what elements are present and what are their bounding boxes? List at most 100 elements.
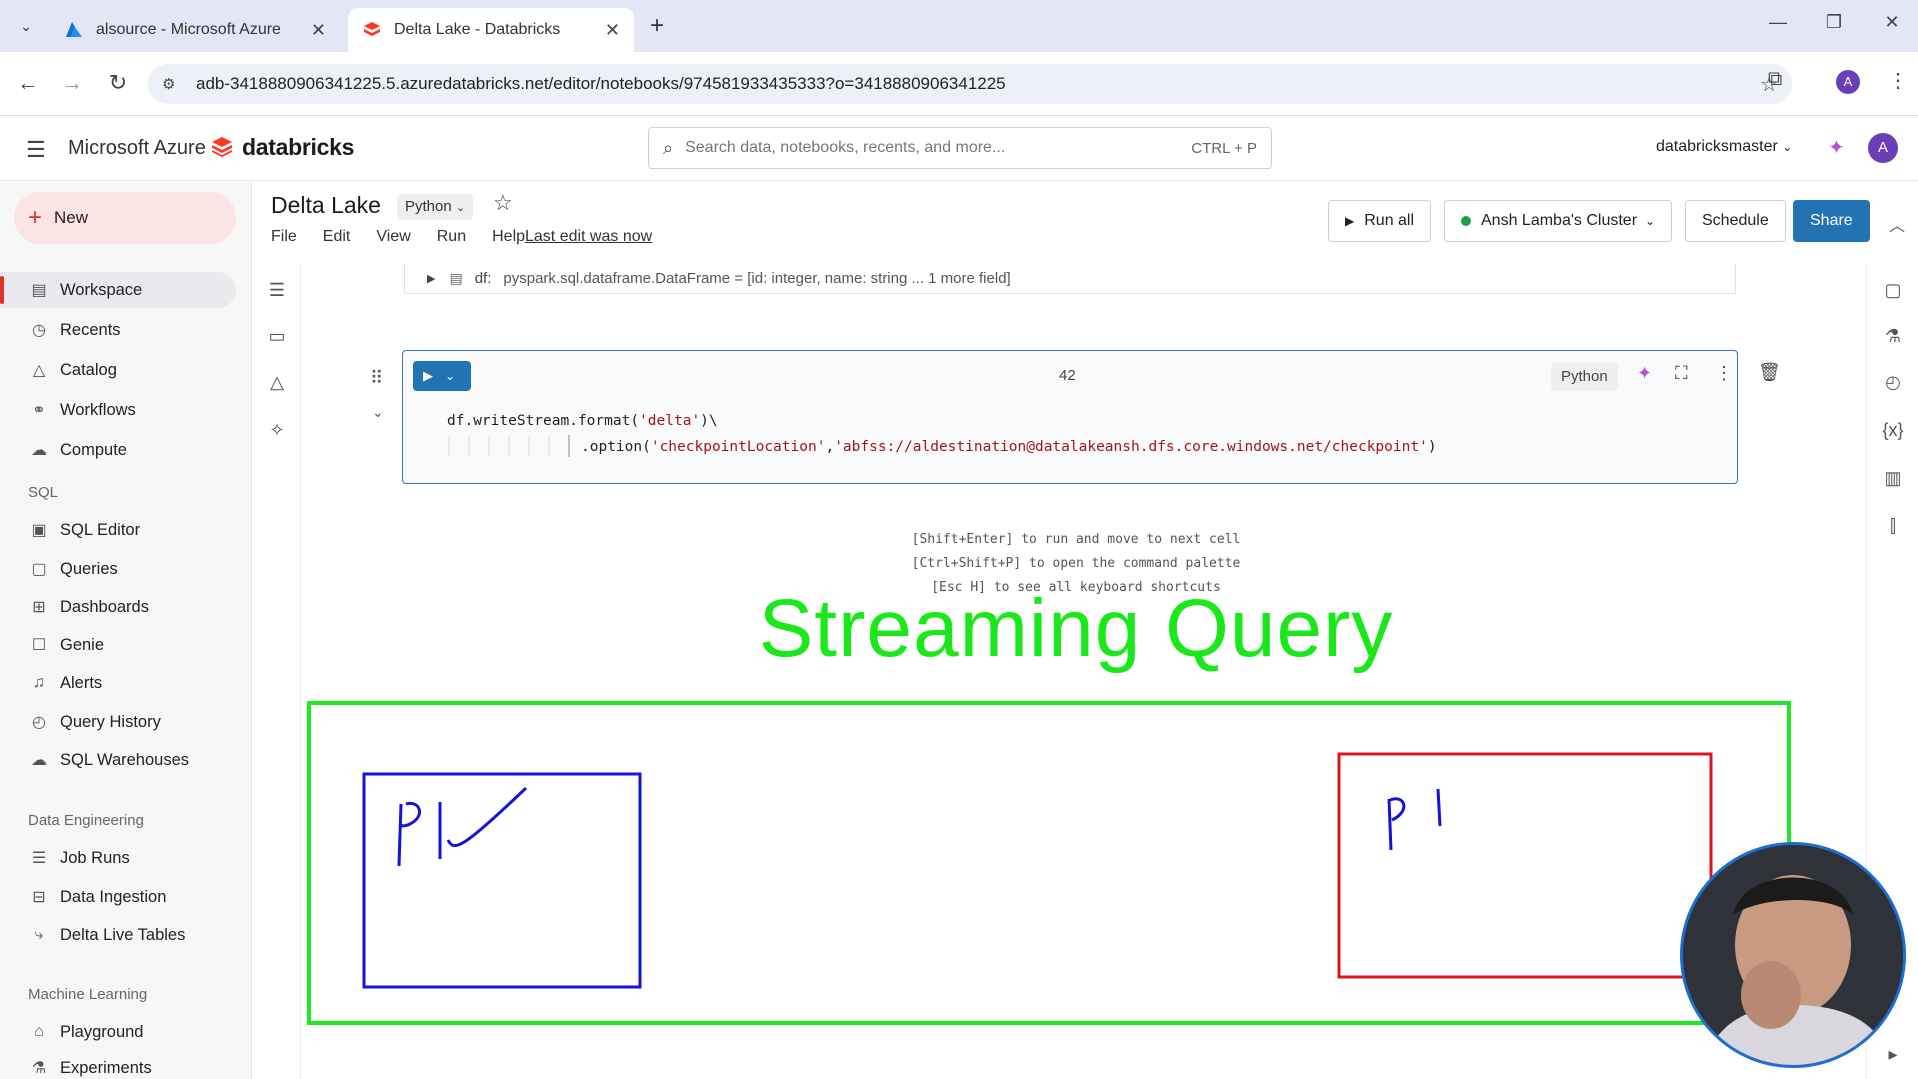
sidebar-item-playground[interactable]: ⌂ Playground bbox=[0, 1014, 236, 1050]
playground-icon: ⌂ bbox=[34, 1023, 44, 1040]
azure-logo-icon bbox=[66, 22, 82, 37]
menu-file[interactable]: File bbox=[271, 228, 297, 246]
sidebar-item-alerts[interactable]: ♫ Alerts bbox=[0, 665, 236, 701]
sidebar-item-experiments[interactable]: ⚗ Experiments bbox=[0, 1050, 236, 1079]
cluster-label: Ansh Lamba's Cluster bbox=[1481, 212, 1638, 229]
browser-tab-azure[interactable]: alsource - Microsoft Azure ✕ bbox=[50, 8, 340, 52]
sidebar-item-sql-editor[interactable]: ▣ SQL Editor bbox=[0, 512, 236, 548]
machine-learning-section-header: Machine Learning bbox=[28, 986, 148, 1003]
tab-label: Delta Lake - Databricks bbox=[394, 21, 561, 38]
assistant-sparkle-icon[interactable]: ✦ bbox=[1828, 135, 1845, 160]
run-all-button[interactable]: ▶ Run all bbox=[1328, 200, 1432, 242]
last-edit-link[interactable]: Last edit was now bbox=[525, 228, 652, 246]
close-window-icon[interactable]: ✕ bbox=[1880, 12, 1904, 33]
assistant-icon[interactable]: ✧ bbox=[265, 420, 289, 441]
collapse-header-icon[interactable]: ︿ bbox=[1889, 212, 1905, 236]
folder-icon[interactable]: ▭ bbox=[265, 326, 289, 347]
chevron-down-icon: ⌄ bbox=[455, 202, 466, 214]
menu-help[interactable]: Help bbox=[492, 228, 525, 246]
notebook-title[interactable]: Delta Lake bbox=[271, 192, 381, 219]
close-tab-icon[interactable]: ✕ bbox=[605, 20, 620, 41]
extensions-icon[interactable]: ⧉ bbox=[1768, 68, 1782, 91]
history-icon[interactable]: ◴ bbox=[1881, 372, 1905, 393]
run-all-label: Run all bbox=[1364, 212, 1415, 229]
url-bar[interactable]: ⚙ adb-3418880906341225.5.azuredatabricks… bbox=[148, 64, 1792, 104]
databricks-logo-icon bbox=[364, 22, 380, 36]
forward-icon[interactable]: → bbox=[58, 70, 86, 96]
sidebar-item-workflows[interactable]: ⚭ Workflows bbox=[0, 392, 236, 428]
search-icon: ⌕ bbox=[663, 137, 674, 158]
data-engineering-section-header: Data Engineering bbox=[28, 812, 144, 829]
sidebar-item-catalog[interactable]: △ Catalog bbox=[0, 352, 236, 388]
sidebar-item-recents[interactable]: ◷ Recents bbox=[0, 312, 236, 348]
close-tab-icon[interactable]: ✕ bbox=[311, 20, 326, 41]
dashboards-icon: ⊞ bbox=[32, 599, 46, 616]
workspace-switcher[interactable]: databricksmaster ⌄ bbox=[1656, 138, 1792, 156]
sidebar-item-job-runs[interactable]: ☰ Job Runs bbox=[0, 840, 236, 876]
terminal-icon[interactable]: ▸ bbox=[1881, 1044, 1905, 1065]
plus-icon: + bbox=[28, 204, 43, 231]
menu-view[interactable]: View bbox=[376, 228, 410, 246]
browser-menu-icon[interactable]: ⋮ bbox=[1888, 68, 1908, 93]
search-placeholder: Search data, notebooks, recents, and mor… bbox=[685, 139, 1006, 156]
new-button[interactable]: + New bbox=[14, 192, 236, 244]
variables-icon[interactable]: {x} bbox=[1881, 420, 1905, 441]
menu-edit[interactable]: Edit bbox=[323, 228, 351, 246]
reload-icon[interactable]: ↻ bbox=[104, 70, 132, 96]
sidebar-item-queries[interactable]: ▢ Queries bbox=[0, 551, 236, 587]
share-button[interactable]: Share bbox=[1793, 200, 1870, 242]
address-bar-row: ← → ↻ ⚙ adb-3418880906341225.5.azuredata… bbox=[0, 52, 1918, 116]
menu-run[interactable]: Run bbox=[437, 228, 466, 246]
notebook-left-rail: ☰ ▭ △ ✧ bbox=[253, 264, 301, 1079]
browser-profile-avatar[interactable]: A bbox=[1836, 70, 1860, 94]
databricks-logo-icon[interactable] bbox=[210, 135, 234, 159]
sidebar-item-dashboards[interactable]: ⊞ Dashboards bbox=[0, 589, 236, 625]
minimize-icon[interactable]: — bbox=[1766, 12, 1790, 33]
experiments-icon: ⚗ bbox=[31, 1060, 47, 1077]
hamburger-menu-icon[interactable]: ☰ bbox=[26, 137, 46, 163]
restore-icon[interactable]: ❐ bbox=[1822, 12, 1846, 33]
databricks-wordmark[interactable]: databricks bbox=[242, 134, 354, 161]
user-avatar[interactable]: A bbox=[1868, 133, 1898, 163]
catalog-icon[interactable]: △ bbox=[265, 372, 289, 393]
sidebar-item-label: Recents bbox=[60, 320, 121, 339]
sidebar-item-sql-warehouses[interactable]: ☁ SQL Warehouses bbox=[0, 742, 236, 778]
site-info-icon[interactable]: ⚙ bbox=[162, 75, 184, 93]
pen-stroke bbox=[399, 801, 421, 828]
sidebar-item-label: Genie bbox=[60, 635, 105, 654]
sidebar-item-compute[interactable]: ☁ Compute bbox=[0, 432, 236, 468]
pen-stroke bbox=[1389, 797, 1406, 822]
sidebar-item-label: SQL Warehouses bbox=[60, 750, 190, 769]
comments-icon[interactable]: ▢ bbox=[1881, 280, 1905, 301]
language-label: Python bbox=[405, 198, 452, 215]
libraries-icon[interactable]: ⫿ bbox=[1881, 516, 1905, 537]
sidebar-item-workspace[interactable]: ▤ Workspace bbox=[0, 272, 236, 308]
cluster-select[interactable]: Ansh Lamba's Cluster ⌄ bbox=[1444, 200, 1673, 242]
table-of-contents-icon[interactable]: ☰ bbox=[265, 280, 289, 301]
new-tab-button[interactable]: + bbox=[650, 12, 664, 40]
browser-tab-strip: ⌄ alsource - Microsoft Azure ✕ Delta Lak… bbox=[0, 0, 1918, 52]
default-language-select[interactable]: Python ⌄ bbox=[397, 194, 474, 220]
back-icon[interactable]: ← bbox=[14, 70, 42, 96]
azure-brand[interactable]: Microsoft Azure bbox=[68, 137, 206, 160]
presenter-webcam-overlay bbox=[1680, 842, 1906, 1068]
pen-stroke bbox=[446, 786, 528, 848]
sidebar-item-label: SQL Editor bbox=[60, 520, 141, 539]
tab-search-icon[interactable]: ⌄ bbox=[14, 14, 38, 38]
sidebar-item-genie[interactable]: ☐ Genie bbox=[0, 627, 236, 663]
sidebar-item-label: Workflows bbox=[60, 400, 136, 419]
sidebar-item-delta-live-tables[interactable]: ⤷ Delta Live Tables bbox=[0, 917, 236, 953]
sidebar-item-data-ingestion[interactable]: ⊟ Data Ingestion bbox=[0, 879, 236, 915]
chart-icon[interactable]: ▥ bbox=[1881, 468, 1905, 489]
sidebar-item-label: Compute bbox=[60, 440, 127, 459]
url-text: adb-3418880906341225.5.azuredatabricks.n… bbox=[196, 74, 1006, 93]
favorite-star-icon[interactable]: ☆ bbox=[493, 190, 513, 216]
sidebar: + New ▤ Workspace ◷ Recents △ Catalog ⚭ Workf… bbox=[0, 182, 252, 1079]
catalog-icon: △ bbox=[32, 362, 46, 379]
schedule-button[interactable]: Schedule bbox=[1685, 200, 1786, 242]
global-search-input[interactable]: ⌕ Search data, notebooks, recents, and m… bbox=[648, 127, 1272, 169]
sidebar-item-query-history[interactable]: ◴ Query History bbox=[0, 704, 236, 740]
experiment-icon[interactable]: ⚗ bbox=[1881, 326, 1905, 347]
job-runs-icon: ☰ bbox=[31, 850, 47, 867]
browser-tab-databricks[interactable]: Delta Lake - Databricks ✕ bbox=[348, 8, 634, 52]
